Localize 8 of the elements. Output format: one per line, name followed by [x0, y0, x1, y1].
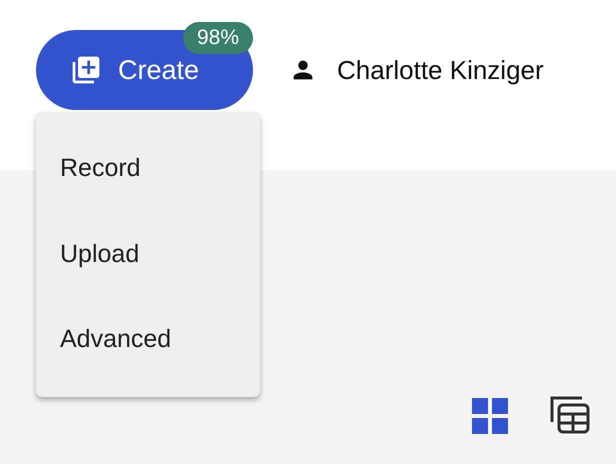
menu-item[interactable]: Upload	[36, 212, 260, 298]
user-name: Charlotte Kinziger	[337, 54, 544, 86]
menu-item[interactable]: Advanced	[36, 297, 260, 384]
table-view-button[interactable]	[550, 394, 590, 434]
progress-badge: 98%	[183, 22, 254, 54]
menu-item[interactable]: Record	[36, 126, 260, 212]
add-to-library-icon	[70, 54, 102, 86]
grid-view-button[interactable]	[472, 398, 508, 434]
